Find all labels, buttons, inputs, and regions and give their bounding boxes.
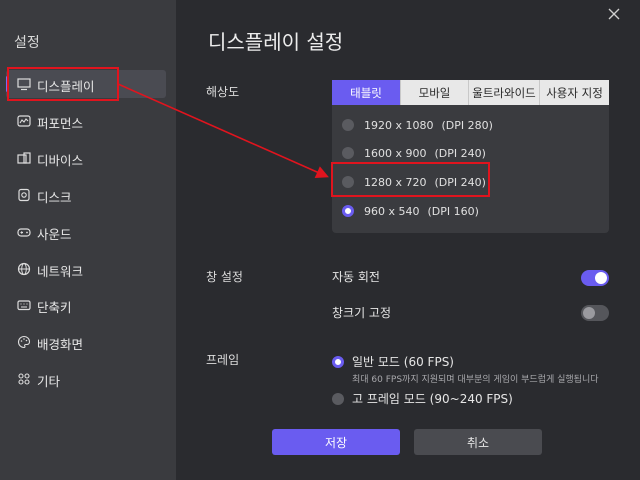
tab-mobile[interactable]: 모바일 bbox=[401, 80, 469, 105]
sidebar-item-label: 네트워크 bbox=[37, 264, 84, 279]
sidebar-item-network[interactable]: 네트워크 bbox=[6, 255, 166, 283]
sidebar-item-label: 단축키 bbox=[37, 300, 72, 315]
sidebar-item-label: 디스크 bbox=[37, 190, 72, 205]
sidebar-item-label: 사운드 bbox=[37, 227, 72, 242]
gamepad-icon bbox=[17, 228, 31, 237]
keyboard-icon bbox=[17, 300, 31, 311]
resolution-tabs: 태블릿 모바일 울트라와이드 사용자 지정 bbox=[332, 80, 609, 105]
sidebar-title: 설정 bbox=[14, 35, 40, 51]
dpi-value: (DPI 160) bbox=[427, 204, 479, 218]
dpi-value: (DPI 280) bbox=[441, 118, 493, 132]
fixed-size-label: 창크기 고정 bbox=[332, 306, 392, 320]
toggle-knob bbox=[595, 272, 607, 284]
tab-tablet[interactable]: 태블릿 bbox=[332, 80, 401, 105]
save-button[interactable]: 저장 bbox=[272, 429, 400, 455]
resolution-option[interactable]: 1280 x 720 (DPI 240) bbox=[342, 172, 486, 192]
sidebar-item-device[interactable]: 디바이스 bbox=[6, 144, 166, 172]
disk-icon bbox=[18, 188, 30, 202]
sidebar-item-label: 기타 bbox=[37, 374, 61, 389]
radio-button-selected[interactable] bbox=[332, 355, 344, 368]
tab-ultrawide[interactable]: 울트라와이드 bbox=[469, 80, 540, 105]
sidebar-item-sound[interactable]: 사운드 bbox=[6, 218, 166, 246]
sidebar-item-wallpaper[interactable]: 배경화면 bbox=[6, 328, 166, 356]
frame-high-option[interactable]: 고 프레임 모드 (90~240 FPS) bbox=[332, 390, 513, 407]
sidebar-item-label: 배경화면 bbox=[37, 337, 84, 352]
frame-label: 프레임 bbox=[206, 353, 240, 367]
sidebar-item-shortcut[interactable]: 단축키 bbox=[6, 291, 166, 319]
resolution-value: 1600 x 900 bbox=[364, 146, 427, 160]
radio-button[interactable] bbox=[342, 176, 354, 188]
resolution-value: 1280 x 720 bbox=[364, 175, 427, 189]
tab-custom[interactable]: 사용자 지정 bbox=[540, 80, 609, 105]
resolution-option[interactable]: 960 x 540 (DPI 160) bbox=[342, 201, 479, 221]
frame-high-label: 고 프레임 모드 (90~240 FPS) bbox=[352, 392, 513, 406]
monitor-icon bbox=[17, 78, 31, 91]
frame-normal-note: 최대 60 FPS까지 지원되며 대부분의 게임이 부드럽게 실행됩니다 bbox=[352, 375, 599, 385]
resolution-options: 1920 x 1080 (DPI 280) 1600 x 900 (DPI 24… bbox=[332, 105, 609, 233]
cancel-button[interactable]: 취소 bbox=[414, 429, 542, 455]
sidebar: 설정 디스플레이 퍼포먼스 디바이스 디스크 사운드 네트워크 단축키 배경화면… bbox=[0, 0, 176, 480]
auto-rotate-toggle[interactable] bbox=[581, 270, 609, 286]
sidebar-item-etc[interactable]: 기타 bbox=[6, 365, 166, 393]
resolution-value: 960 x 540 bbox=[364, 204, 420, 218]
close-icon[interactable] bbox=[607, 7, 621, 21]
palette-icon bbox=[18, 335, 31, 349]
device-icon bbox=[17, 152, 31, 164]
sidebar-item-label: 퍼포먼스 bbox=[37, 116, 84, 131]
resolution-option[interactable]: 1920 x 1080 (DPI 280) bbox=[342, 115, 493, 135]
radio-button[interactable] bbox=[342, 119, 354, 131]
sidebar-item-performance[interactable]: 퍼포먼스 bbox=[6, 107, 166, 135]
sidebar-item-label: 디바이스 bbox=[37, 153, 84, 168]
resolution-value: 1920 x 1080 bbox=[364, 118, 434, 132]
radio-button-selected[interactable] bbox=[342, 205, 354, 217]
page-title: 디스플레이 설정 bbox=[208, 30, 344, 54]
radio-button[interactable] bbox=[342, 147, 354, 159]
globe-icon bbox=[17, 262, 31, 276]
grid-icon bbox=[18, 373, 30, 385]
sidebar-item-disk[interactable]: 디스크 bbox=[6, 181, 166, 209]
active-indicator bbox=[6, 76, 9, 92]
main-panel: 디스플레이 설정 해상도 태블릿 모바일 울트라와이드 사용자 지정 1920 … bbox=[176, 0, 640, 480]
toggle-knob bbox=[583, 307, 595, 319]
frame-normal-option[interactable]: 일반 모드 (60 FPS) bbox=[332, 353, 454, 370]
dpi-value: (DPI 240) bbox=[434, 146, 486, 160]
sidebar-item-display[interactable]: 디스플레이 bbox=[6, 70, 166, 98]
fixed-size-toggle[interactable] bbox=[581, 305, 609, 321]
frame-normal-label: 일반 모드 (60 FPS) bbox=[352, 355, 454, 369]
radio-button[interactable] bbox=[332, 392, 344, 405]
performance-icon bbox=[17, 115, 31, 127]
resolution-option[interactable]: 1600 x 900 (DPI 240) bbox=[342, 143, 486, 163]
sidebar-item-label: 디스플레이 bbox=[37, 79, 95, 94]
resolution-label: 해상도 bbox=[206, 85, 240, 99]
dpi-value: (DPI 240) bbox=[434, 175, 486, 189]
window-settings-label: 창 설정 bbox=[206, 270, 243, 284]
auto-rotate-label: 자동 회전 bbox=[332, 270, 380, 284]
